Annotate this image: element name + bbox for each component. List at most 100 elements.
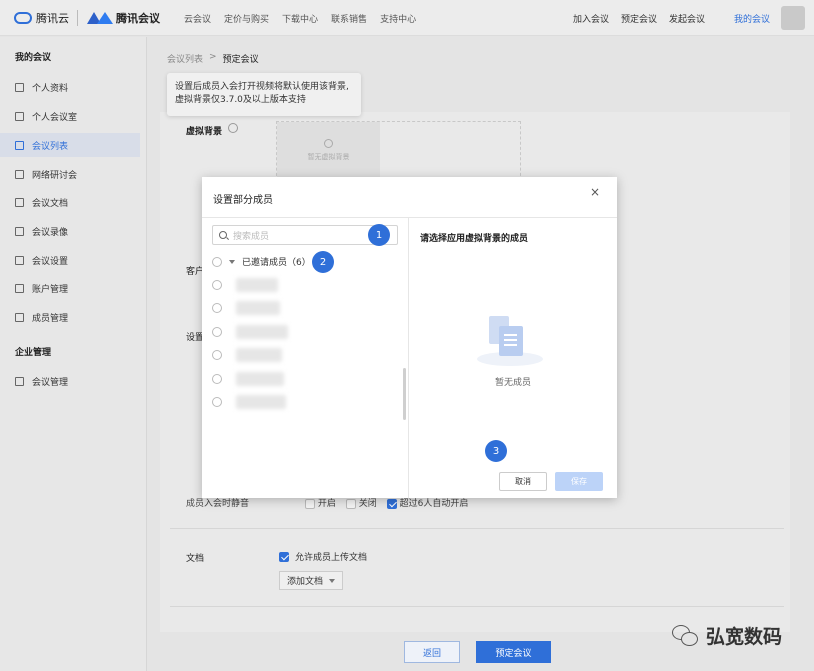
add-document-label: 添加文档 [286, 577, 323, 587]
member-radio[interactable] [212, 327, 222, 337]
ban-icon [324, 138, 333, 148]
caret-down-icon[interactable] [229, 259, 235, 264]
virtual-bg-label: 虚拟背景 [186, 127, 223, 137]
sidebar-item-label: 账户管理 [32, 284, 69, 295]
tencent-cloud-logo[interactable]: 腾讯云 [14, 10, 69, 26]
member-radio[interactable] [212, 303, 222, 313]
blurred-member-name [236, 348, 282, 362]
book-meeting-button[interactable]: 预定会议 [476, 641, 551, 663]
schedule-meeting-link[interactable]: 预定会议 [621, 12, 657, 25]
empty-state-text: 暂无成员 [494, 378, 531, 388]
list-item[interactable] [212, 372, 284, 386]
main-nav: 云会议 定价与购买 下载中心 联系销售 支持中心 [184, 12, 416, 25]
members-icon [15, 312, 24, 322]
divider [170, 606, 784, 607]
step-badge-2: 2 [312, 251, 334, 273]
start-meeting-link[interactable]: 发起会议 [669, 12, 705, 25]
sidebar-item-label: 个人会议室 [32, 112, 78, 123]
back-button[interactable]: 返回 [404, 641, 460, 663]
list-item[interactable] [212, 395, 286, 409]
join-meeting-link[interactable]: 加入会议 [573, 12, 609, 25]
group-radio[interactable] [212, 256, 222, 267]
allow-upload-checkbox[interactable]: 允许成员上传文档 [279, 550, 367, 563]
list-item[interactable] [212, 301, 280, 315]
scrollbar[interactable] [403, 368, 406, 420]
list-item[interactable] [212, 325, 288, 339]
cancel-button[interactable]: 取消 [499, 472, 547, 491]
virtual-bg-empty-thumb: 暂无虚拟背景 [277, 122, 380, 178]
sidebar-item-account[interactable]: 账户管理 [0, 276, 140, 300]
list-item[interactable] [212, 348, 282, 362]
account-icon [15, 283, 24, 293]
tooltip-line-1: 设置后成员入会打开视频将默认使用该背景, [175, 82, 349, 92]
webinar-icon [15, 169, 24, 179]
sidebar-item-label: 会议设置 [32, 256, 69, 267]
member-radio[interactable] [212, 374, 222, 384]
breadcrumb-parent[interactable]: 会议列表 [167, 52, 203, 65]
blurred-member-name [236, 325, 288, 339]
sidebar-item-label: 会议列表 [32, 141, 69, 152]
sidebar-item-meeting-list[interactable]: 会议列表 [0, 133, 140, 157]
grid-icon [15, 376, 24, 386]
allow-upload-label: 允许成员上传文档 [295, 553, 368, 563]
top-navbar: 腾讯云 腾讯会议 云会议 定价与购买 下载中心 联系销售 支持中心 加入会议 预… [0, 0, 814, 36]
save-button[interactable]: 保存 [555, 472, 603, 491]
sidebar-item-members[interactable]: 成员管理 [0, 305, 140, 329]
step-badge-1: 1 [368, 224, 390, 246]
avatar[interactable] [781, 6, 805, 30]
modal-title: 设置部分成员 [213, 195, 273, 206]
sidebar-item-documents[interactable]: 会议文档 [0, 190, 140, 214]
tooltip-line-2: 虚拟背景仅3.7.0及以上版本支持 [175, 95, 306, 105]
virtual-bg-tooltip: 设置后成员入会打开视频将默认使用该背景, 虚拟背景仅3.7.0及以上版本支持 [167, 73, 361, 116]
list-icon [15, 140, 24, 150]
sidebar-item-label: 网络研讨会 [32, 170, 78, 181]
nav-pricing[interactable]: 定价与购买 [224, 12, 269, 25]
watermark: 弘宽数码 [672, 622, 782, 649]
search-placeholder: 搜索成员 [233, 231, 270, 242]
blurred-member-name [236, 278, 278, 292]
close-icon[interactable]: × [590, 185, 600, 199]
sidebar-item-recordings[interactable]: 会议录像 [0, 219, 140, 243]
breadcrumb-separator: > [209, 52, 217, 62]
nav-contact-sales[interactable]: 联系销售 [331, 12, 367, 25]
divider [170, 528, 784, 529]
nav-support[interactable]: 支持中心 [380, 12, 416, 25]
step-badge-3: 3 [485, 440, 507, 462]
invited-members-label: 已邀请成员（6） [242, 258, 311, 268]
sidebar-item-label: 个人资料 [32, 83, 69, 94]
no-virtual-bg-text: 暂无虚拟背景 [307, 152, 350, 161]
meeting-logo-icon [87, 12, 113, 24]
invited-members-group[interactable]: 已邀请成员（6） [212, 255, 311, 268]
sidebar-section-my-meetings: 我的会议 [15, 53, 52, 63]
nav-cloud-meeting[interactable]: 云会议 [184, 12, 211, 25]
settings-icon [15, 255, 24, 265]
blurred-member-name [236, 372, 284, 386]
set-members-modal: 设置部分成员 × 搜索成员 1 已邀请成员（6） 2 请选择应用虚拟背景的成员 … [202, 177, 617, 498]
member-picker-panel: 搜索成员 1 已邀请成员（6） 2 [202, 217, 409, 498]
sidebar-item-profile[interactable]: 个人资料 [0, 75, 140, 99]
header-actions: 加入会议 预定会议 发起会议 [573, 12, 705, 25]
sidebar-item-label: 成员管理 [32, 313, 69, 324]
sidebar-item-settings[interactable]: 会议设置 [0, 248, 140, 272]
member-radio[interactable] [212, 280, 222, 290]
documents-label: 文档 [186, 554, 205, 564]
sidebar-item-meeting-management[interactable]: 会议管理 [0, 369, 140, 393]
list-item[interactable] [212, 278, 278, 292]
selected-panel-title: 请选择应用虚拟背景的成员 [420, 234, 529, 244]
member-radio[interactable] [212, 350, 222, 360]
sidebar-item-label: 会议管理 [32, 377, 69, 388]
add-document-dropdown[interactable]: 添加文档 [279, 571, 343, 590]
brand-tencent-meeting: 腾讯会议 [116, 12, 160, 25]
my-meetings-link[interactable]: 我的会议 [734, 12, 770, 25]
member-radio[interactable] [212, 397, 222, 407]
cloud-icon [14, 12, 32, 24]
room-icon [15, 111, 24, 121]
sidebar-item-personal-room[interactable]: 个人会议室 [0, 104, 140, 128]
info-icon[interactable] [228, 123, 238, 133]
blurred-member-name [236, 301, 280, 315]
sidebar-section-enterprise: 企业管理 [15, 348, 52, 358]
nav-download[interactable]: 下载中心 [282, 12, 318, 25]
checkbox-icon [279, 551, 289, 562]
tencent-meeting-logo[interactable]: 腾讯会议 [87, 10, 160, 26]
sidebar-item-webinar[interactable]: 网络研讨会 [0, 162, 140, 186]
